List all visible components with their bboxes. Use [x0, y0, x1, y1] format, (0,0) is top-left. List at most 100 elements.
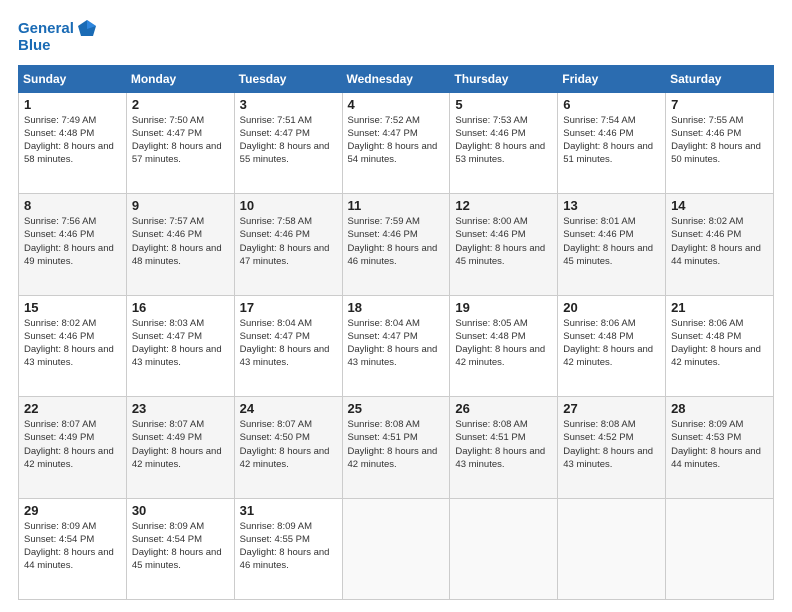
calendar-cell: 16Sunrise: 8:03 AMSunset: 4:47 PMDayligh…	[126, 295, 234, 397]
week-row-5: 29 Sunrise: 8:09 AMSunset: 4:54 PMDayligh…	[19, 498, 774, 600]
week-row-2: 8 Sunrise: 7:56 AMSunset: 4:46 PMDaylight…	[19, 194, 774, 296]
day-number: 9	[132, 198, 229, 213]
calendar-cell	[666, 498, 774, 600]
calendar-page: General Blue SundayMondayTuesdayWednesda…	[0, 0, 792, 612]
day-detail: Sunrise: 8:07 AMSunset: 4:49 PMDaylight:…	[132, 418, 229, 471]
day-number: 20	[563, 300, 660, 315]
day-detail: Sunrise: 8:04 AMSunset: 4:47 PMDaylight:…	[240, 317, 337, 370]
day-detail: Sunrise: 8:04 AMSunset: 4:47 PMDaylight:…	[348, 317, 445, 370]
day-number: 16	[132, 300, 229, 315]
weekday-monday: Monday	[126, 65, 234, 92]
day-number: 3	[240, 97, 337, 112]
day-number: 6	[563, 97, 660, 112]
weekday-sunday: Sunday	[19, 65, 127, 92]
calendar-cell: 2 Sunrise: 7:50 AMSunset: 4:47 PMDaylight…	[126, 92, 234, 194]
day-detail: Sunrise: 8:00 AMSunset: 4:46 PMDaylight:…	[455, 215, 552, 268]
day-number: 29	[24, 503, 121, 518]
calendar-cell: 24Sunrise: 8:07 AMSunset: 4:50 PMDayligh…	[234, 397, 342, 499]
calendar-cell: 30Sunrise: 8:09 AMSunset: 4:54 PMDayligh…	[126, 498, 234, 600]
weekday-wednesday: Wednesday	[342, 65, 450, 92]
day-detail: Sunrise: 7:58 AMSunset: 4:46 PMDaylight:…	[240, 215, 337, 268]
calendar-cell: 12Sunrise: 8:00 AMSunset: 4:46 PMDayligh…	[450, 194, 558, 296]
day-number: 26	[455, 401, 552, 416]
calendar-cell: 17 Sunrise: 8:04 AMSunset: 4:47 PMDayligh…	[234, 295, 342, 397]
day-number: 17	[240, 300, 337, 315]
calendar-cell: 18 Sunrise: 8:04 AMSunset: 4:47 PMDayligh…	[342, 295, 450, 397]
day-detail: Sunrise: 7:49 AMSunset: 4:48 PMDaylight:…	[24, 114, 121, 167]
day-number: 10	[240, 198, 337, 213]
calendar-cell: 4Sunrise: 7:52 AMSunset: 4:47 PMDaylight…	[342, 92, 450, 194]
day-detail: Sunrise: 8:06 AMSunset: 4:48 PMDaylight:…	[671, 317, 768, 370]
day-number: 24	[240, 401, 337, 416]
day-number: 28	[671, 401, 768, 416]
calendar-cell: 13 Sunrise: 8:01 AMSunset: 4:46 PMDayligh…	[558, 194, 666, 296]
weekday-header-row: SundayMondayTuesdayWednesdayThursdayFrid…	[19, 65, 774, 92]
calendar-cell: 21 Sunrise: 8:06 AMSunset: 4:48 PMDayligh…	[666, 295, 774, 397]
calendar-cell: 5Sunrise: 7:53 AMSunset: 4:46 PMDaylight…	[450, 92, 558, 194]
day-number: 14	[671, 198, 768, 213]
calendar-cell	[342, 498, 450, 600]
weekday-thursday: Thursday	[450, 65, 558, 92]
day-detail: Sunrise: 8:09 AMSunset: 4:54 PMDaylight:…	[24, 520, 121, 573]
logo: General Blue	[18, 18, 98, 55]
calendar-cell: 22 Sunrise: 8:07 AMSunset: 4:49 PMDayligh…	[19, 397, 127, 499]
day-detail: Sunrise: 7:50 AMSunset: 4:47 PMDaylight:…	[132, 114, 229, 167]
calendar-cell: 20 Sunrise: 8:06 AMSunset: 4:48 PMDayligh…	[558, 295, 666, 397]
day-detail: Sunrise: 7:57 AMSunset: 4:46 PMDaylight:…	[132, 215, 229, 268]
day-number: 25	[348, 401, 445, 416]
calendar-cell: 23 Sunrise: 8:07 AMSunset: 4:49 PMDayligh…	[126, 397, 234, 499]
day-number: 2	[132, 97, 229, 112]
calendar-cell: 14 Sunrise: 8:02 AMSunset: 4:46 PMDayligh…	[666, 194, 774, 296]
day-detail: Sunrise: 8:01 AMSunset: 4:46 PMDaylight:…	[563, 215, 660, 268]
calendar-cell: 8 Sunrise: 7:56 AMSunset: 4:46 PMDaylight…	[19, 194, 127, 296]
day-number: 30	[132, 503, 229, 518]
day-number: 8	[24, 198, 121, 213]
calendar-cell	[558, 498, 666, 600]
calendar-cell: 10 Sunrise: 7:58 AMSunset: 4:46 PMDayligh…	[234, 194, 342, 296]
calendar-cell: 28 Sunrise: 8:09 AMSunset: 4:53 PMDayligh…	[666, 397, 774, 499]
calendar-cell: 29 Sunrise: 8:09 AMSunset: 4:54 PMDayligh…	[19, 498, 127, 600]
day-number: 1	[24, 97, 121, 112]
week-row-4: 22 Sunrise: 8:07 AMSunset: 4:49 PMDayligh…	[19, 397, 774, 499]
header: General Blue	[18, 18, 774, 55]
day-detail: Sunrise: 8:08 AMSunset: 4:51 PMDaylight:…	[348, 418, 445, 471]
logo-flag-icon	[76, 18, 98, 40]
calendar-cell: 19Sunrise: 8:05 AMSunset: 4:48 PMDayligh…	[450, 295, 558, 397]
day-number: 19	[455, 300, 552, 315]
calendar-cell: 7 Sunrise: 7:55 AMSunset: 4:46 PMDaylight…	[666, 92, 774, 194]
calendar-cell: 1 Sunrise: 7:49 AMSunset: 4:48 PMDaylight…	[19, 92, 127, 194]
day-number: 23	[132, 401, 229, 416]
day-number: 31	[240, 503, 337, 518]
week-row-3: 15Sunrise: 8:02 AMSunset: 4:46 PMDayligh…	[19, 295, 774, 397]
day-detail: Sunrise: 8:06 AMSunset: 4:48 PMDaylight:…	[563, 317, 660, 370]
day-number: 21	[671, 300, 768, 315]
calendar-cell: 3 Sunrise: 7:51 AMSunset: 4:47 PMDaylight…	[234, 92, 342, 194]
day-detail: Sunrise: 8:02 AMSunset: 4:46 PMDaylight:…	[24, 317, 121, 370]
calendar-cell: 25 Sunrise: 8:08 AMSunset: 4:51 PMDayligh…	[342, 397, 450, 499]
day-number: 13	[563, 198, 660, 213]
weekday-friday: Friday	[558, 65, 666, 92]
logo-blue: Blue	[18, 38, 98, 55]
day-number: 11	[348, 198, 445, 213]
day-number: 18	[348, 300, 445, 315]
day-detail: Sunrise: 7:59 AMSunset: 4:46 PMDaylight:…	[348, 215, 445, 268]
day-detail: Sunrise: 7:51 AMSunset: 4:47 PMDaylight:…	[240, 114, 337, 167]
day-detail: Sunrise: 8:09 AMSunset: 4:55 PMDaylight:…	[240, 520, 337, 573]
day-detail: Sunrise: 7:55 AMSunset: 4:46 PMDaylight:…	[671, 114, 768, 167]
calendar-cell: 11 Sunrise: 7:59 AMSunset: 4:46 PMDayligh…	[342, 194, 450, 296]
day-detail: Sunrise: 8:09 AMSunset: 4:53 PMDaylight:…	[671, 418, 768, 471]
calendar-cell: 9 Sunrise: 7:57 AMSunset: 4:46 PMDaylight…	[126, 194, 234, 296]
day-number: 7	[671, 97, 768, 112]
day-detail: Sunrise: 7:56 AMSunset: 4:46 PMDaylight:…	[24, 215, 121, 268]
day-detail: Sunrise: 8:08 AMSunset: 4:51 PMDaylight:…	[455, 418, 552, 471]
day-detail: Sunrise: 8:07 AMSunset: 4:49 PMDaylight:…	[24, 418, 121, 471]
weekday-tuesday: Tuesday	[234, 65, 342, 92]
calendar-cell: 27Sunrise: 8:08 AMSunset: 4:52 PMDayligh…	[558, 397, 666, 499]
day-number: 22	[24, 401, 121, 416]
day-detail: Sunrise: 8:02 AMSunset: 4:46 PMDaylight:…	[671, 215, 768, 268]
calendar-table: SundayMondayTuesdayWednesdayThursdayFrid…	[18, 65, 774, 601]
calendar-cell: 6 Sunrise: 7:54 AMSunset: 4:46 PMDaylight…	[558, 92, 666, 194]
calendar-cell: 26 Sunrise: 8:08 AMSunset: 4:51 PMDayligh…	[450, 397, 558, 499]
day-detail: Sunrise: 7:54 AMSunset: 4:46 PMDaylight:…	[563, 114, 660, 167]
day-number: 27	[563, 401, 660, 416]
